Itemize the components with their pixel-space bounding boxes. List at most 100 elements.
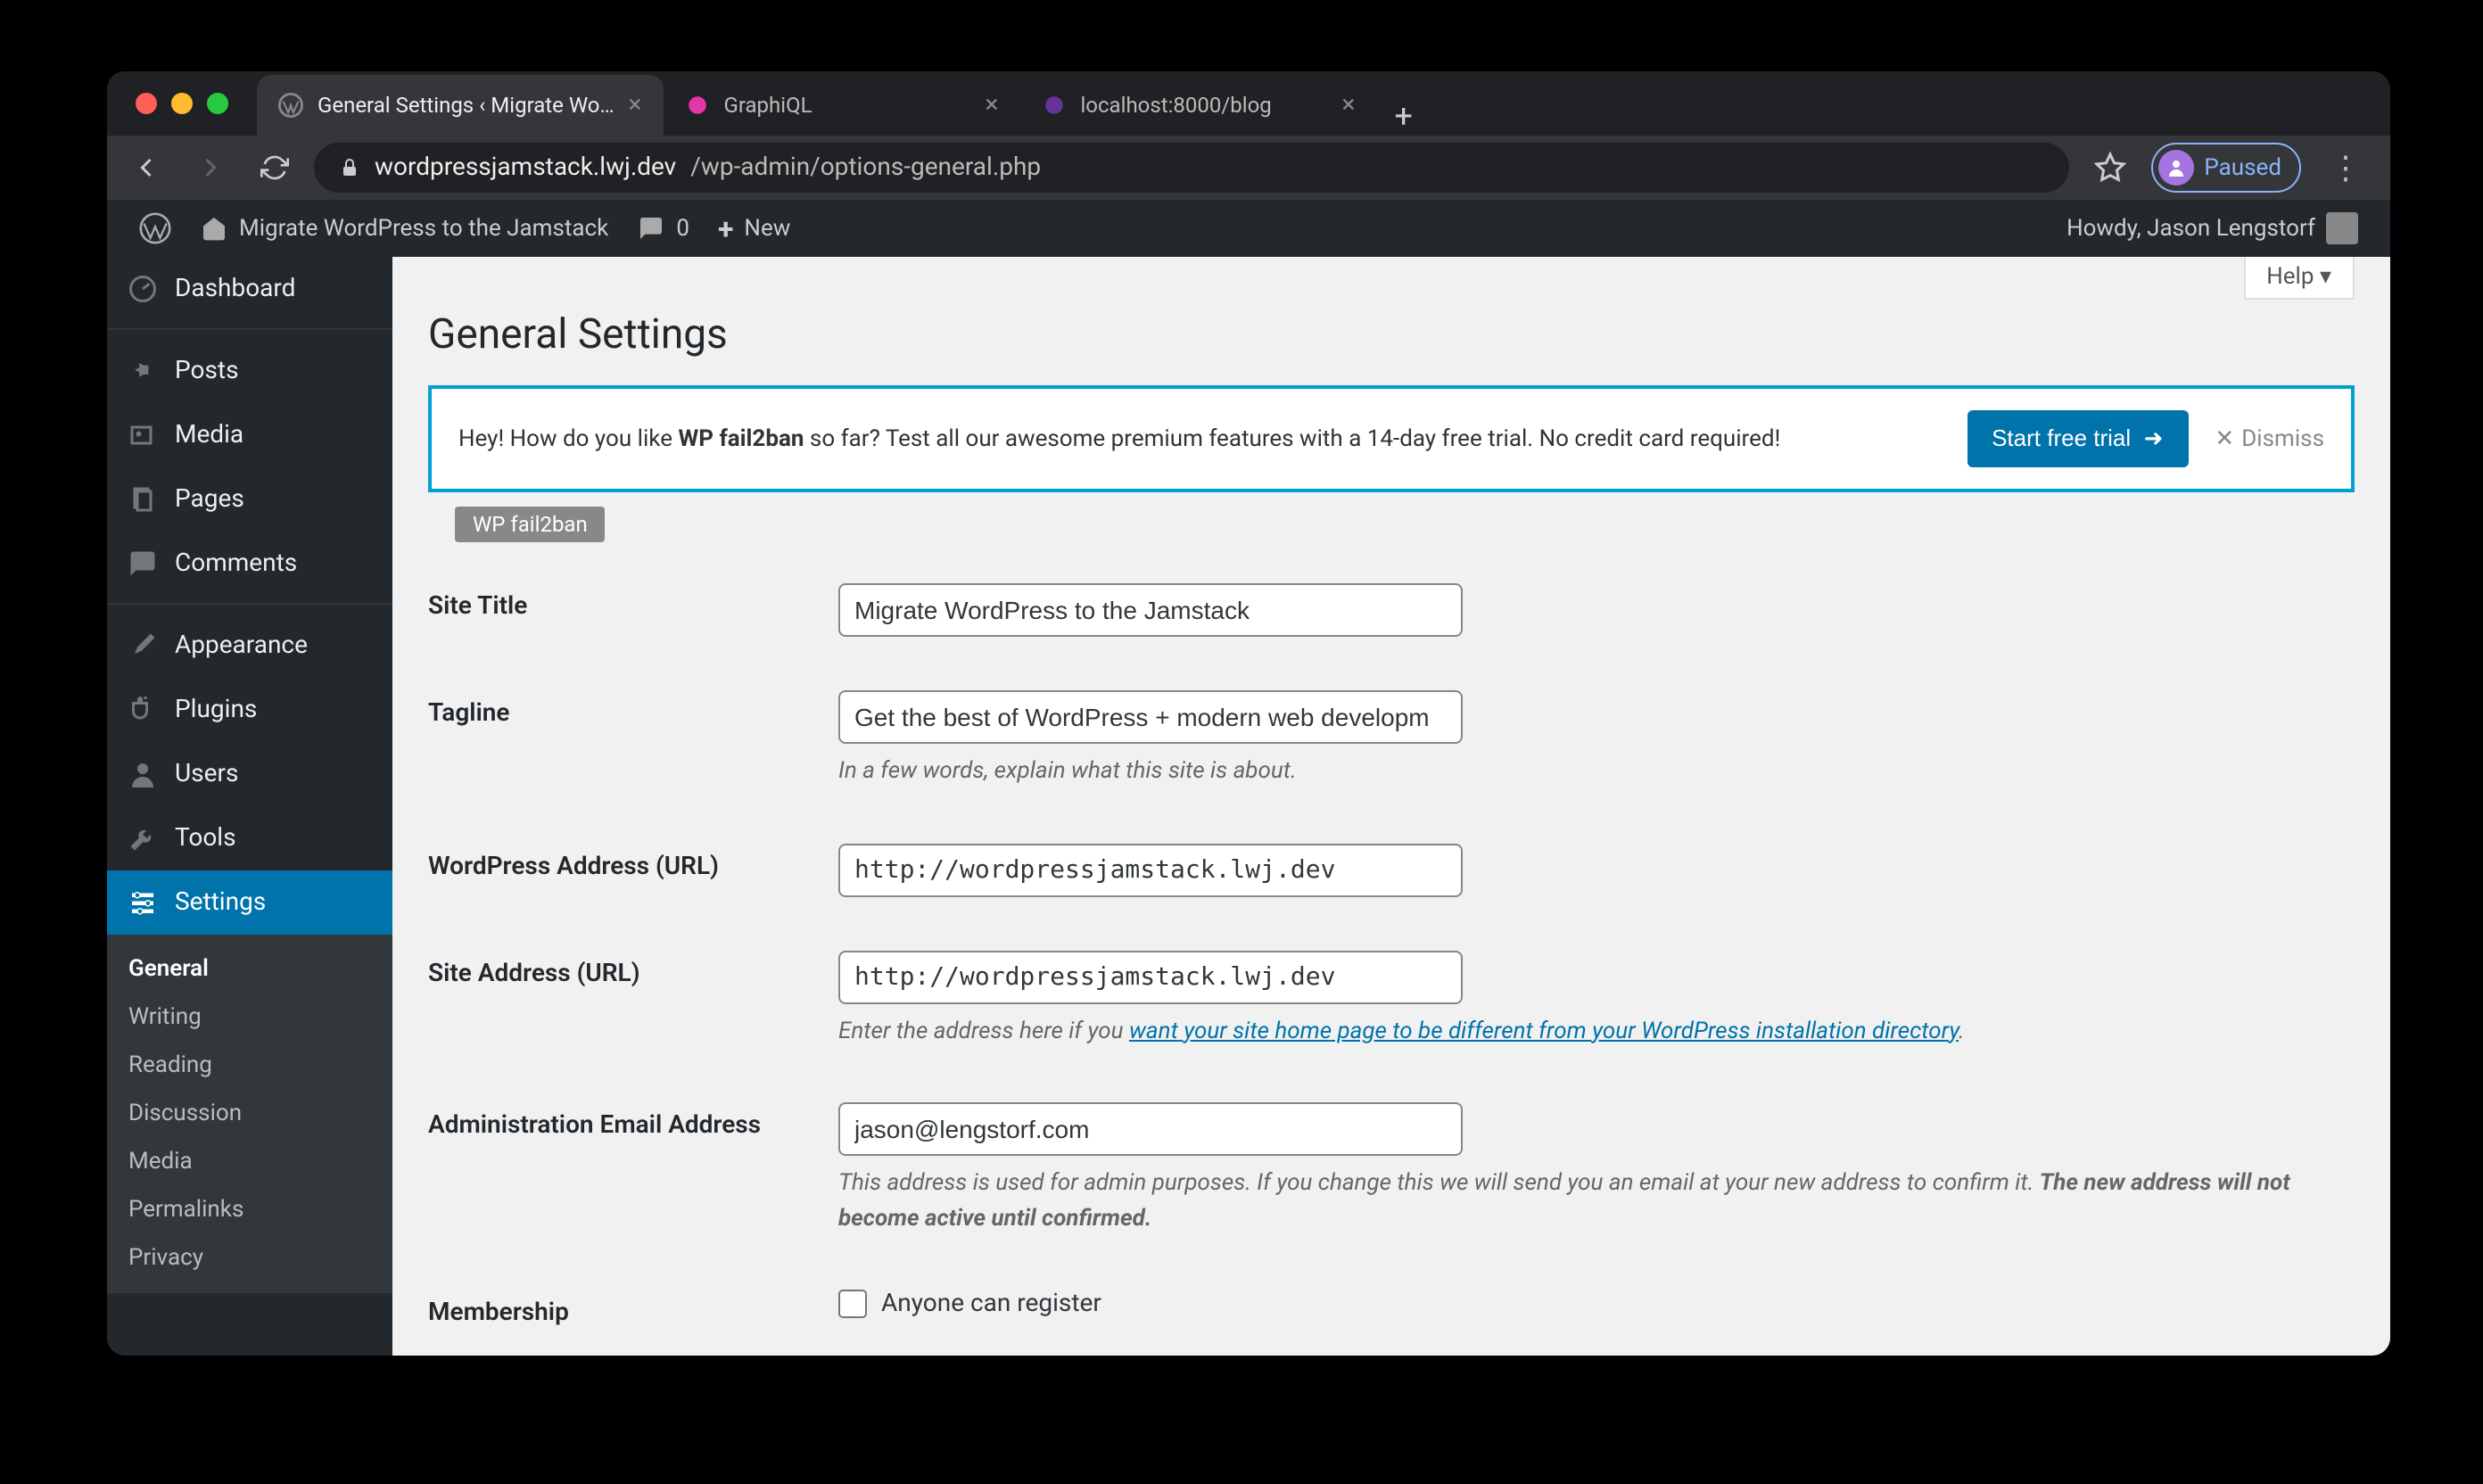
wp-logo-button[interactable]	[125, 200, 186, 257]
url-input[interactable]: wordpressjamstack.lwj.dev/wp-admin/optio…	[314, 143, 2068, 193]
reload-button[interactable]	[250, 143, 300, 193]
wordpress-favicon-icon	[278, 93, 303, 118]
tab-general-settings[interactable]: General Settings ‹ Migrate Wo… ×	[257, 75, 663, 136]
tagline-input[interactable]	[838, 690, 1463, 744]
minimize-window-button[interactable]	[171, 93, 193, 114]
maximize-window-button[interactable]	[207, 93, 228, 114]
comment-icon	[125, 546, 161, 581]
lock-icon	[339, 157, 360, 178]
sidebar-item-label: Users	[175, 760, 238, 788]
submenu-item-discussion[interactable]: Discussion	[107, 1090, 392, 1138]
sidebar-item-plugins[interactable]: Plugins	[107, 678, 392, 742]
sidebar-item-label: Pages	[175, 485, 244, 514]
help-label: Help	[2266, 264, 2314, 291]
submenu-item-media[interactable]: Media	[107, 1138, 392, 1186]
tab-label: localhost:8000/blog	[1080, 93, 1271, 118]
notice-text: Hey! How do you like WP fail2ban so far?…	[458, 425, 1940, 452]
plugin-icon	[125, 692, 161, 728]
dismiss-button[interactable]: ✕ Dismiss	[2215, 425, 2324, 452]
sidebar-item-appearance[interactable]: Appearance	[107, 614, 392, 678]
submenu-item-general[interactable]: General	[107, 945, 392, 993]
site-name-label: Migrate WordPress to the Jamstack	[239, 215, 608, 242]
browser-menu-button[interactable]: ⋮	[2315, 149, 2376, 186]
avatar-icon	[2326, 212, 2358, 244]
window-controls	[121, 93, 243, 114]
tab-graphiql[interactable]: GraphiQL ×	[663, 75, 1019, 136]
close-tab-icon[interactable]: ×	[629, 91, 642, 120]
membership-checkbox[interactable]	[838, 1290, 867, 1318]
site-name-link[interactable]: Migrate WordPress to the Jamstack	[186, 200, 623, 257]
tagline-label: Tagline	[428, 664, 821, 816]
admin-email-label: Administration Email Address	[428, 1076, 821, 1263]
submenu-item-writing[interactable]: Writing	[107, 993, 392, 1042]
graphql-favicon-icon	[684, 93, 709, 118]
promo-notice: Hey! How do you like WP fail2ban so far?…	[428, 385, 2355, 492]
wp-url-label: WordPress Address (URL)	[428, 816, 821, 923]
sidebar-item-comments[interactable]: Comments	[107, 532, 392, 596]
media-icon	[125, 417, 161, 453]
sidebar-item-tools[interactable]: Tools	[107, 806, 392, 870]
page-title: General Settings	[428, 275, 2355, 376]
sidebar-item-label: Appearance	[175, 631, 308, 660]
tagline-description: In a few words, explain what this site i…	[838, 754, 2337, 789]
submenu-item-permalinks[interactable]: Permalinks	[107, 1186, 392, 1234]
dashboard-icon	[125, 271, 161, 307]
admin-email-description: This address is used for admin purposes.…	[838, 1167, 2337, 1236]
sidebar-item-media[interactable]: Media	[107, 403, 392, 467]
site-url-help-link[interactable]: want your site home page to be different…	[1129, 1018, 1959, 1044]
start-trial-button[interactable]: Start free trial ➜	[1967, 410, 2188, 467]
settings-icon	[125, 885, 161, 920]
url-host: wordpressjamstack.lwj.dev	[375, 153, 676, 182]
brush-icon	[125, 628, 161, 664]
settings-form: Site Title Tagline In a few words, expla…	[428, 556, 2355, 1356]
bookmark-star-icon[interactable]	[2083, 152, 2136, 184]
sidebar-item-users[interactable]: Users	[107, 742, 392, 806]
new-tab-button[interactable]: +	[1376, 98, 1430, 136]
submenu-item-reading[interactable]: Reading	[107, 1042, 392, 1090]
sidebar-item-pages[interactable]: Pages	[107, 467, 392, 532]
close-tab-icon[interactable]: ×	[1342, 91, 1356, 120]
admin-email-input[interactable]	[838, 1102, 1463, 1156]
address-bar: wordpressjamstack.lwj.dev/wp-admin/optio…	[107, 136, 2390, 200]
browser-window: General Settings ‹ Migrate Wo… × GraphiQ…	[107, 71, 2390, 1356]
page-icon	[125, 482, 161, 517]
url-path: /wp-admin/options-general.php	[690, 153, 1041, 182]
new-label: New	[744, 215, 790, 242]
back-button[interactable]	[121, 143, 171, 193]
site-title-label: Site Title	[428, 556, 821, 664]
howdy-user-link[interactable]: Howdy, Jason Lengstorf	[2052, 200, 2372, 257]
site-title-input[interactable]	[838, 583, 1463, 637]
tab-label: GraphiQL	[723, 93, 812, 118]
sidebar-item-settings[interactable]: Settings	[107, 870, 392, 935]
tabs: General Settings ‹ Migrate Wo… × GraphiQ…	[257, 71, 1431, 136]
sidebar-item-label: Media	[175, 421, 243, 449]
membership-label: Membership	[428, 1263, 821, 1356]
site-url-description: Enter the address here if you want your …	[838, 1014, 2337, 1049]
comments-link[interactable]: 0	[623, 200, 704, 257]
new-content-button[interactable]: + New	[704, 200, 804, 257]
sidebar-item-dashboard[interactable]: Dashboard	[107, 257, 392, 321]
sidebar-item-label: Plugins	[175, 696, 257, 724]
help-toggle[interactable]: Help ▾	[2243, 257, 2355, 300]
pin-icon	[125, 353, 161, 389]
membership-checkbox-label[interactable]: Anyone can register	[838, 1290, 2337, 1318]
profile-paused-button[interactable]: Paused	[2150, 143, 2301, 193]
sidebar-item-label: Dashboard	[175, 275, 295, 303]
site-url-input[interactable]	[838, 950, 1463, 1003]
sidebar-item-label: Tools	[175, 824, 236, 853]
tab-localhost[interactable]: localhost:8000/blog ×	[1019, 75, 1376, 136]
forward-button[interactable]	[186, 143, 235, 193]
user-icon	[125, 756, 161, 792]
avatar-icon	[2157, 150, 2193, 186]
site-url-label: Site Address (URL)	[428, 923, 821, 1076]
submenu-item-privacy[interactable]: Privacy	[107, 1234, 392, 1282]
sidebar-item-label: Posts	[175, 357, 239, 385]
sidebar-item-posts[interactable]: Posts	[107, 339, 392, 403]
wp-url-input[interactable]	[838, 843, 1463, 896]
content-area: Help ▾ General Settings Hey! How do you …	[392, 257, 2390, 1356]
close-window-button[interactable]	[136, 93, 157, 114]
wrench-icon	[125, 820, 161, 856]
close-tab-icon[interactable]: ×	[986, 91, 999, 120]
plugin-badge: WP fail2ban	[455, 507, 606, 542]
comment-count: 0	[676, 215, 689, 242]
